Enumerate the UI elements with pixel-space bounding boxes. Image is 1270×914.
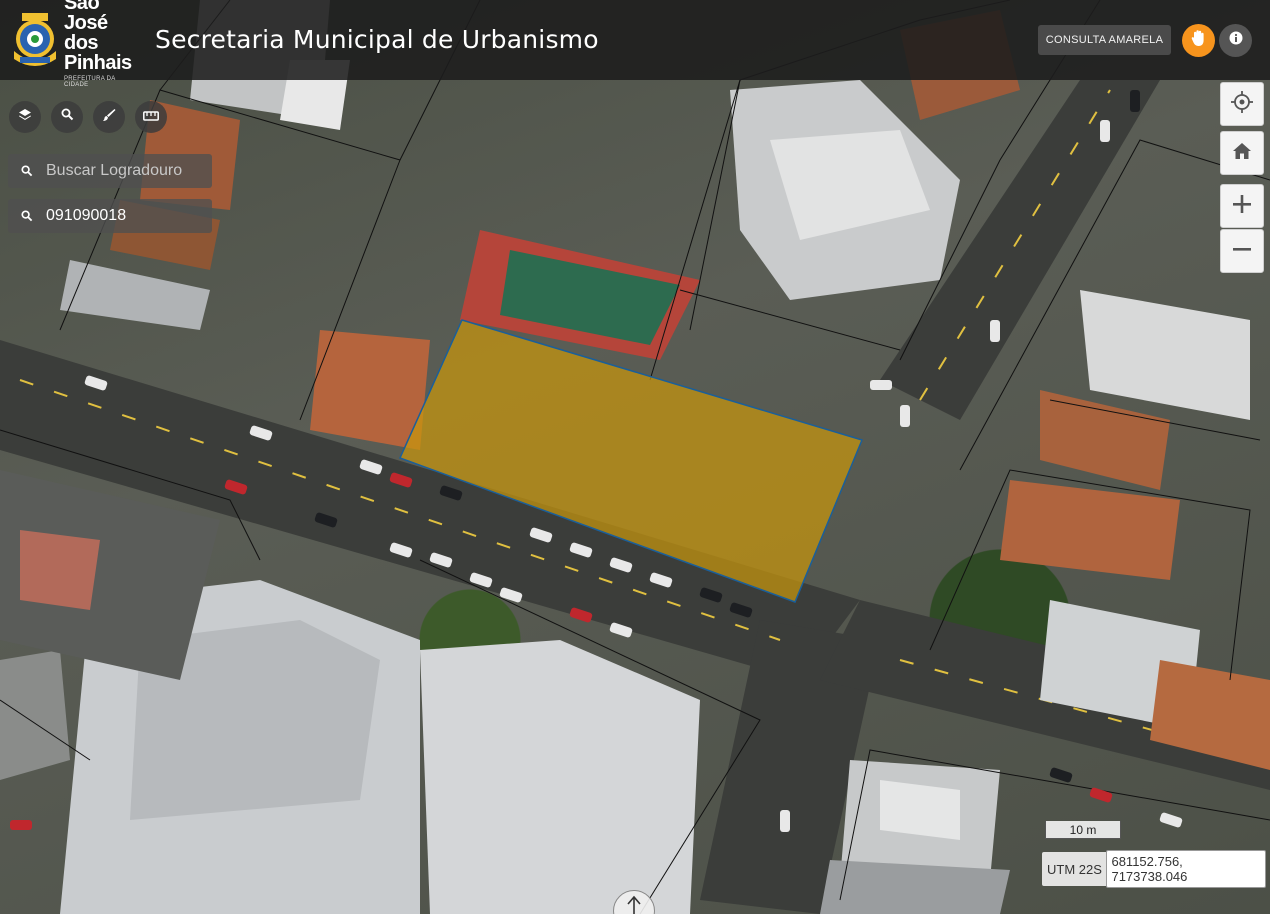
utm-zone-label: UTM 22S	[1047, 861, 1102, 877]
locate-button[interactable]	[1220, 82, 1264, 126]
draw-button[interactable]	[93, 101, 125, 133]
coordinate-value: 681152.756, 7173738.046	[1106, 850, 1266, 888]
consulta-amarela-button[interactable]: CONSULTA AMARELA	[1038, 25, 1171, 55]
measure-button[interactable]	[135, 101, 167, 133]
page-title: Secretaria Municipal de Urbanismo	[155, 25, 599, 54]
map-imagery	[0, 0, 1270, 914]
search-icon	[61, 108, 74, 126]
hand-icon	[1191, 29, 1207, 52]
logo-name-line1: São José	[64, 0, 108, 34]
street-search-input[interactable]	[46, 162, 206, 180]
street-search	[8, 154, 212, 188]
parcel-search-input[interactable]	[46, 207, 206, 225]
zoom-out-button[interactable]	[1220, 229, 1264, 273]
app-header: São José dos Pinhais PREFEITURA DA CIDAD…	[0, 0, 1270, 88]
layers-button[interactable]	[9, 101, 41, 133]
locate-icon	[1230, 90, 1254, 119]
coordinate-readout: UTM 22S 681152.756, 7173738.046	[1042, 850, 1266, 888]
city-seal-icon	[10, 11, 60, 69]
hand-button[interactable]	[1182, 24, 1215, 57]
zoom-in-button[interactable]	[1220, 184, 1264, 228]
north-arrow-icon	[625, 895, 643, 914]
zoom-in-icon	[1231, 193, 1253, 220]
layers-icon	[18, 108, 32, 127]
search-tool-button[interactable]	[51, 101, 83, 133]
info-button[interactable]	[1219, 24, 1252, 57]
home-icon	[1231, 141, 1253, 166]
search-icon	[8, 210, 46, 222]
parcel-search	[8, 199, 212, 233]
home-button[interactable]	[1220, 131, 1264, 175]
ruler-icon	[143, 108, 159, 126]
aerial-map[interactable]	[0, 0, 1270, 914]
search-icon	[8, 165, 46, 177]
info-icon	[1229, 31, 1243, 50]
logo-name-line2: dos Pinhais	[64, 31, 132, 74]
brush-icon	[102, 108, 116, 127]
logo-subtitle: PREFEITURA DA CIDADE	[64, 75, 116, 88]
scale-bar: 10 m	[1045, 821, 1121, 839]
zoom-out-icon	[1231, 238, 1253, 265]
city-logo: São José dos Pinhais PREFEITURA DA CIDAD…	[10, 0, 140, 88]
